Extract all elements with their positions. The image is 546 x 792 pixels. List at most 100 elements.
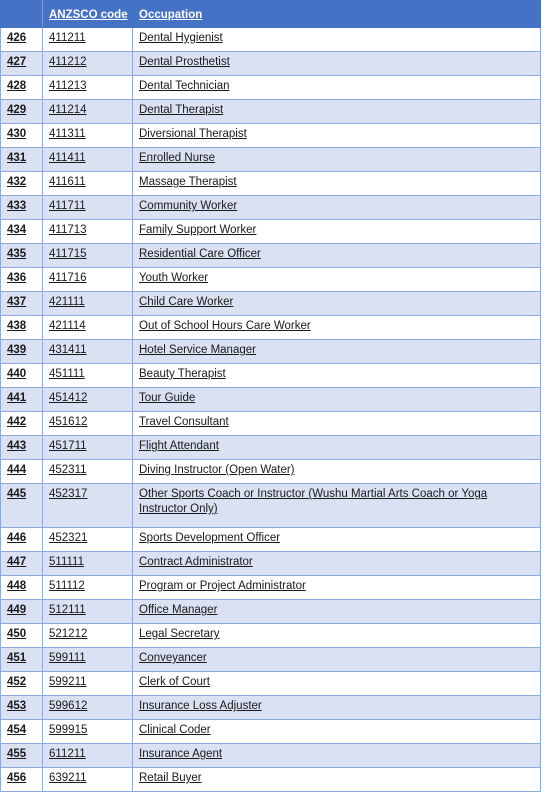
anzsco-code-value: 411716 bbox=[49, 272, 87, 284]
row-index-cell: 431 bbox=[0, 147, 43, 172]
anzsco-code-cell: 411311 bbox=[42, 123, 133, 148]
anzsco-code-value: 639211 bbox=[49, 772, 87, 784]
occupation-cell: Travel Consultant bbox=[132, 411, 541, 436]
row-index-cell: 455 bbox=[0, 743, 43, 768]
anzsco-code-cell: 411716 bbox=[42, 267, 133, 292]
occupation-value: Conveyancer bbox=[139, 652, 207, 664]
occupation-cell: Child Care Worker bbox=[132, 291, 541, 316]
row-index-value: 431 bbox=[7, 152, 27, 164]
anzsco-code-cell: 452321 bbox=[42, 527, 133, 552]
occupation-cell: Massage Therapist bbox=[132, 171, 541, 196]
anzsco-code-cell: 451412 bbox=[42, 387, 133, 412]
occupation-value: Flight Attendant bbox=[139, 440, 219, 452]
row-index-cell: 450 bbox=[0, 623, 43, 648]
row-index-value: 438 bbox=[7, 320, 27, 332]
occupation-value: Family Support Worker bbox=[139, 224, 257, 236]
anzsco-code-value: 411611 bbox=[49, 176, 86, 188]
row-index-cell: 435 bbox=[0, 243, 43, 268]
occupation-cell: Dental Therapist bbox=[132, 99, 541, 124]
row-index-cell: 454 bbox=[0, 719, 43, 744]
row-index-value: 456 bbox=[7, 772, 27, 784]
table-row: 444 452311 Diving Instructor (Open Water) bbox=[0, 459, 541, 484]
anzsco-code-value: 599612 bbox=[49, 700, 88, 712]
row-index-cell: 445 bbox=[0, 483, 43, 528]
occupation-value: Out of School Hours Care Worker bbox=[139, 320, 311, 332]
table-row: 429 411214 Dental Therapist bbox=[0, 99, 541, 124]
anzsco-code-cell: 512111 bbox=[42, 599, 133, 624]
anzsco-code-value: 411411 bbox=[49, 152, 86, 164]
anzsco-code-cell: 411411 bbox=[42, 147, 133, 172]
occupation-value: Dental Therapist bbox=[139, 104, 224, 116]
row-index-value: 447 bbox=[7, 556, 27, 568]
occupation-cell: Insurance Loss Adjuster bbox=[132, 695, 541, 720]
anzsco-code-value: 511112 bbox=[49, 580, 85, 592]
occupation-cell: Program or Project Administrator bbox=[132, 575, 541, 600]
table-row: 430 411311 Diversional Therapist bbox=[0, 123, 541, 148]
anzsco-code-value: 599915 bbox=[49, 724, 88, 736]
occupation-cell: Community Worker bbox=[132, 195, 541, 220]
occupation-cell: Flight Attendant bbox=[132, 435, 541, 460]
table-row: 436 411716 Youth Worker bbox=[0, 267, 541, 292]
anzsco-code-cell: 411211 bbox=[42, 27, 133, 52]
anzsco-code-cell: 411715 bbox=[42, 243, 133, 268]
row-index-value: 448 bbox=[7, 580, 27, 592]
table-row: 442 451612 Travel Consultant bbox=[0, 411, 541, 436]
row-index-value: 439 bbox=[7, 344, 27, 356]
anzsco-code-cell: 411214 bbox=[42, 99, 133, 124]
anzsco-code-value: 451612 bbox=[49, 416, 88, 428]
occupation-cell: Contract Administrator bbox=[132, 551, 541, 576]
row-index-cell: 456 bbox=[0, 767, 43, 792]
anzsco-code-cell: 421111 bbox=[42, 291, 133, 316]
row-index-value: 449 bbox=[7, 604, 27, 616]
row-index-value: 451 bbox=[7, 652, 27, 664]
anzsco-code-cell: 451111 bbox=[42, 363, 133, 388]
row-index-value: 427 bbox=[7, 56, 27, 68]
anzsco-code-cell: 411212 bbox=[42, 51, 133, 76]
row-index-value: 443 bbox=[7, 440, 27, 452]
occupation-cell: Enrolled Nurse bbox=[132, 147, 541, 172]
column-header-anzsco-code-label: ANZSCO code bbox=[49, 9, 128, 21]
row-index-cell: 433 bbox=[0, 195, 43, 220]
row-index-cell: 449 bbox=[0, 599, 43, 624]
anzsco-code-cell: 411611 bbox=[42, 171, 133, 196]
row-index-value: 454 bbox=[7, 724, 27, 736]
occupation-cell: Clerk of Court bbox=[132, 671, 541, 696]
occupation-cell: Tour Guide bbox=[132, 387, 541, 412]
row-index-cell: 444 bbox=[0, 459, 43, 484]
table-row: 431 411411 Enrolled Nurse bbox=[0, 147, 541, 172]
row-index-cell: 441 bbox=[0, 387, 43, 412]
occupation-value: Travel Consultant bbox=[139, 416, 229, 428]
table-header: ANZSCO code Occupation bbox=[0, 0, 541, 28]
occupation-cell: Diversional Therapist bbox=[132, 123, 541, 148]
occupation-value: Clinical Coder bbox=[139, 724, 211, 736]
occupation-value: Retail Buyer bbox=[139, 772, 202, 784]
occupation-value: Sports Development Officer bbox=[139, 532, 281, 544]
table-row: 432 411611 Massage Therapist bbox=[0, 171, 541, 196]
anzsco-code-cell: 599612 bbox=[42, 695, 133, 720]
occupation-cell: Beauty Therapist bbox=[132, 363, 541, 388]
occupation-value: Clerk of Court bbox=[139, 676, 210, 688]
table-row: 434 411713 Family Support Worker bbox=[0, 219, 541, 244]
row-index-cell: 430 bbox=[0, 123, 43, 148]
table-row: 445 452317 Other Sports Coach or Instructo… bbox=[0, 483, 541, 528]
table-row: 440 451111 Beauty Therapist bbox=[0, 363, 541, 388]
occupation-cell: Sports Development Officer bbox=[132, 527, 541, 552]
row-index-cell: 438 bbox=[0, 315, 43, 340]
occupation-value: Massage Therapist bbox=[139, 176, 237, 188]
occupation-value: Contract Administrator bbox=[139, 556, 253, 568]
row-index-value: 444 bbox=[7, 464, 27, 476]
anzsco-code-value: 451711 bbox=[49, 440, 87, 452]
anzsco-code-cell: 431411 bbox=[42, 339, 133, 364]
row-index-cell: 447 bbox=[0, 551, 43, 576]
occupation-cell: Family Support Worker bbox=[132, 219, 541, 244]
occupation-cell: Dental Hygienist bbox=[132, 27, 541, 52]
table-row: 452 599211 Clerk of Court bbox=[0, 671, 541, 696]
anzsco-code-value: 411212 bbox=[49, 56, 87, 68]
row-index-cell: 451 bbox=[0, 647, 43, 672]
anzsco-code-cell: 599211 bbox=[42, 671, 133, 696]
occupation-value: Youth Worker bbox=[139, 272, 209, 284]
occupation-value: Insurance Agent bbox=[139, 748, 223, 760]
anzsco-code-value: 421114 bbox=[49, 320, 86, 332]
occupation-value: Dental Technician bbox=[139, 80, 230, 92]
row-index-value: 446 bbox=[7, 532, 27, 544]
